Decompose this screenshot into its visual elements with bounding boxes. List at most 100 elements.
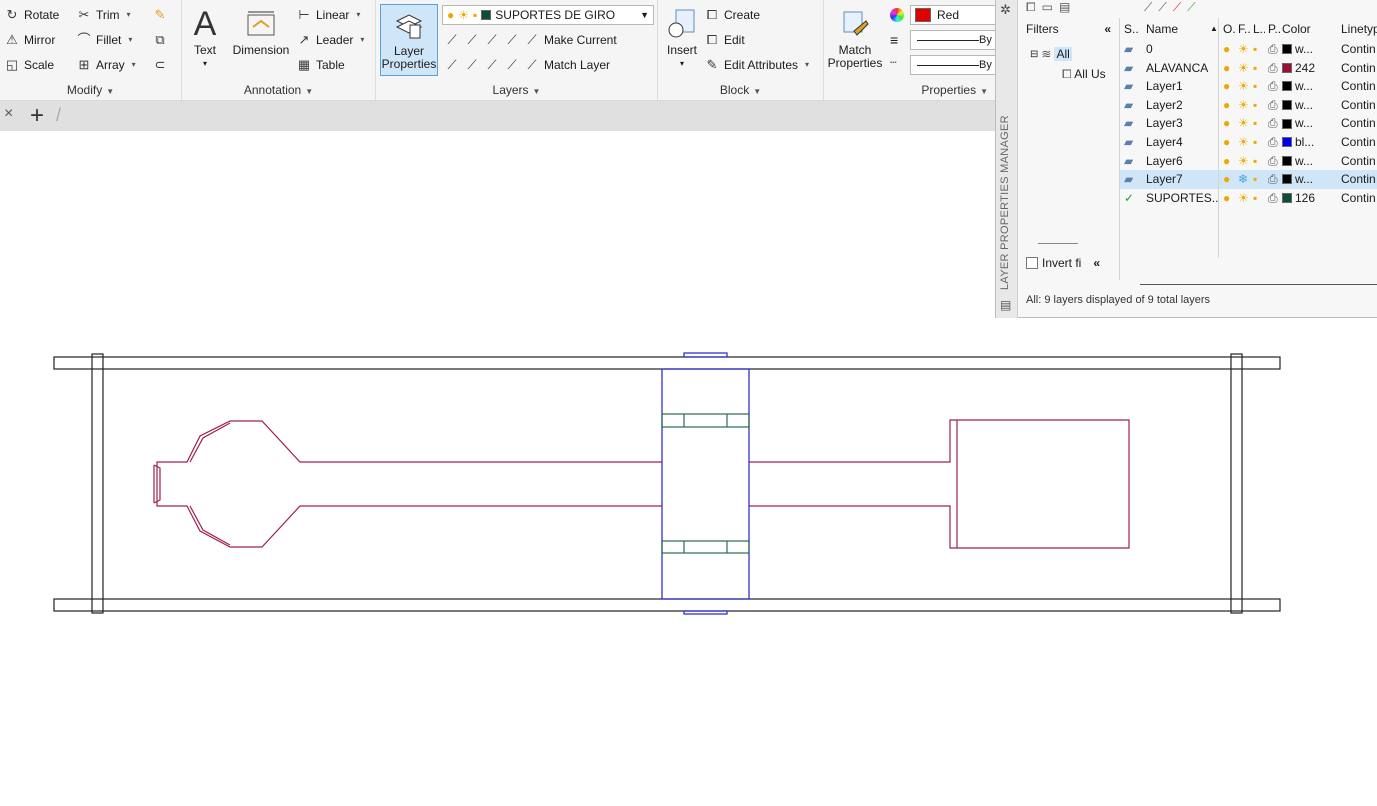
layer-linetype[interactable]: Contin bbox=[1341, 77, 1377, 96]
lightbulb-icon[interactable]: ● bbox=[1223, 77, 1235, 96]
layer-name[interactable]: ALAVANCA bbox=[1146, 59, 1218, 78]
printer-icon[interactable]: ⎙ bbox=[1268, 77, 1280, 96]
close-tab-icon[interactable]: × bbox=[4, 105, 13, 123]
layer-color[interactable]: 126 bbox=[1282, 189, 1326, 208]
col-name[interactable]: Name ▲ bbox=[1146, 18, 1218, 40]
layer-unlock-icon[interactable]: ⟋ bbox=[504, 57, 520, 73]
tree-expand-icon[interactable]: ⊟ bbox=[1030, 49, 1038, 60]
offset-button[interactable]: ⊂ bbox=[152, 54, 168, 76]
scale-button[interactable]: ◱ Scale bbox=[4, 54, 54, 76]
new-group-filter-icon[interactable]: ▭ bbox=[1042, 0, 1053, 16]
create-block-button[interactable]: ⧠ Create bbox=[704, 4, 760, 26]
dimension-button[interactable]: Dimension bbox=[228, 4, 294, 57]
leader-button[interactable]: ↗ Leader ▾ bbox=[296, 29, 365, 51]
layer-name[interactable]: Layer7 bbox=[1146, 170, 1218, 189]
layer-status-icon[interactable]: ▰ bbox=[1124, 96, 1142, 115]
layer-row[interactable]: ▰ Layer7 ● ❄ ▪ ⎙ w... Contin bbox=[1120, 170, 1377, 189]
layer-color[interactable]: 242 bbox=[1282, 59, 1326, 78]
annotation-panel-title[interactable]: Annotation ▼ bbox=[182, 82, 375, 98]
chevron-down-icon[interactable]: ▾ bbox=[805, 54, 809, 76]
insert-button[interactable]: Insert ▾ bbox=[662, 4, 702, 70]
layer-status-icon[interactable]: ▰ bbox=[1124, 133, 1142, 152]
sun-icon[interactable]: ☀ bbox=[1238, 152, 1250, 171]
lightbulb-icon[interactable]: ● bbox=[1223, 170, 1235, 189]
chevron-down-icon[interactable]: ▾ bbox=[356, 4, 360, 26]
layer-status-icon[interactable]: ▰ bbox=[1124, 59, 1142, 78]
layer-linetype[interactable]: Contin bbox=[1341, 114, 1377, 133]
layers-panel-title[interactable]: Layers ▼ bbox=[376, 82, 657, 98]
chevron-down-icon[interactable]: ▾ bbox=[132, 54, 136, 76]
layer-status-icon[interactable]: ▰ bbox=[1124, 114, 1142, 133]
layer-status-icon[interactable]: ▰ bbox=[1124, 170, 1142, 189]
layer-name[interactable]: SUPORTES... bbox=[1146, 189, 1218, 208]
col-color[interactable]: Color bbox=[1282, 18, 1326, 40]
lightbulb-icon[interactable]: ● bbox=[1223, 40, 1235, 59]
copy-button[interactable]: ⧉ bbox=[152, 29, 168, 51]
layer-row[interactable]: ▰ Layer6 ● ☀ ▪ ⎙ w... Contin bbox=[1120, 152, 1377, 171]
layer-color[interactable]: w... bbox=[1282, 152, 1326, 171]
filters-divider[interactable] bbox=[1038, 243, 1078, 244]
array-button[interactable]: ⊞ Array ▾ bbox=[76, 54, 136, 76]
col-lock[interactable]: L.. bbox=[1253, 18, 1265, 40]
unlock-icon[interactable]: ▪ bbox=[1253, 170, 1265, 189]
layer-states-icon[interactable]: ▤ bbox=[1000, 298, 1011, 312]
layer-properties-button[interactable]: Layer Properties bbox=[380, 4, 438, 76]
current-layer-check-icon[interactable]: ✓ bbox=[1124, 189, 1142, 208]
new-layer-icon[interactable]: ⟋ bbox=[1144, 0, 1152, 16]
layer-linetype[interactable]: Contin bbox=[1341, 189, 1377, 208]
collapse-filters-icon[interactable]: « bbox=[1104, 18, 1111, 40]
printer-icon[interactable]: ⎙ bbox=[1268, 170, 1280, 189]
layer-color[interactable]: w... bbox=[1282, 77, 1326, 96]
printer-icon[interactable]: ⎙ bbox=[1268, 189, 1280, 208]
layer-row[interactable]: ▰ Layer2 ● ☀ ▪ ⎙ w... Contin bbox=[1120, 96, 1377, 115]
delete-layer-icon[interactable]: ⟋ bbox=[1173, 0, 1181, 16]
sun-icon[interactable]: ☀ bbox=[1238, 77, 1250, 96]
layer-status-icon[interactable]: ▰ bbox=[1124, 77, 1142, 96]
layer-linetype[interactable]: Contin bbox=[1341, 40, 1377, 59]
col-linetype[interactable]: Linetyp bbox=[1341, 18, 1377, 40]
layer-row[interactable]: ▰ Layer4 ● ☀ ▪ ⎙ bl... Contin bbox=[1120, 133, 1377, 152]
unlock-icon[interactable]: ▪ bbox=[1253, 152, 1265, 171]
layer-off-icon[interactable]: ⟋ bbox=[444, 32, 460, 48]
layer-name[interactable]: Layer4 bbox=[1146, 133, 1218, 152]
layer-linetype[interactable]: Contin bbox=[1341, 152, 1377, 171]
lightbulb-icon[interactable]: ● bbox=[1223, 59, 1235, 78]
layer-linetype[interactable]: Contin bbox=[1341, 133, 1377, 152]
collapse-icon[interactable]: « bbox=[1093, 256, 1100, 270]
chevron-down-icon[interactable]: ▾ bbox=[127, 4, 131, 26]
chevron-down-icon[interactable]: ▾ bbox=[128, 29, 132, 51]
chevron-down-icon[interactable]: ▾ bbox=[360, 29, 364, 51]
linear-button[interactable]: ⊢ Linear ▾ bbox=[296, 4, 360, 26]
filter-node-all[interactable]: ⊟ ≋ All bbox=[1030, 47, 1072, 61]
linetype-dropdown[interactable]: By bbox=[910, 55, 1000, 75]
lightbulb-icon[interactable]: ● bbox=[1223, 114, 1235, 133]
printer-icon[interactable]: ⎙ bbox=[1268, 59, 1280, 78]
unlock-icon[interactable]: ▪ bbox=[1253, 133, 1265, 152]
layer-on-icon[interactable]: ⟋ bbox=[444, 57, 460, 73]
unlock-icon[interactable]: ▪ bbox=[1253, 114, 1265, 133]
layer-name[interactable]: Layer2 bbox=[1146, 96, 1218, 115]
col-status[interactable]: S.. bbox=[1124, 18, 1142, 40]
modify-panel-title[interactable]: Modify ▼ bbox=[0, 82, 181, 98]
invert-filter-checkbox[interactable] bbox=[1026, 257, 1038, 269]
text-button[interactable]: A Text ▾ bbox=[188, 4, 222, 70]
snowflake-icon[interactable]: ❄ bbox=[1238, 170, 1250, 189]
layer-row[interactable]: ▰ Layer3 ● ☀ ▪ ⎙ w... Contin bbox=[1120, 114, 1377, 133]
layer-dropdown[interactable]: ● ☀ ▪ SUPORTES DE GIRO ▼ bbox=[442, 5, 654, 25]
layer-status-icon[interactable]: ▰ bbox=[1124, 152, 1142, 171]
lightbulb-icon[interactable]: ● bbox=[1223, 152, 1235, 171]
layer-freeze-icon[interactable]: ⟋ bbox=[484, 32, 500, 48]
layer-color[interactable]: w... bbox=[1282, 114, 1326, 133]
trim-button[interactable]: ✂ Trim ▾ bbox=[76, 4, 131, 26]
col-plot[interactable]: P.. bbox=[1268, 18, 1280, 40]
set-current-icon[interactable]: ⟋ bbox=[1187, 0, 1195, 16]
new-property-filter-icon[interactable]: ⧠ bbox=[1026, 0, 1036, 16]
layer-linetype[interactable]: Contin bbox=[1341, 59, 1377, 78]
col-on[interactable]: O.. bbox=[1223, 18, 1235, 40]
printer-icon[interactable]: ⎙ bbox=[1268, 133, 1280, 152]
unlock-icon[interactable]: ▪ bbox=[1253, 59, 1265, 78]
layer-row[interactable]: ▰ ALAVANCA ● ☀ ▪ ⎙ 242 Contin bbox=[1120, 59, 1377, 78]
layer-name[interactable]: Layer1 bbox=[1146, 77, 1218, 96]
mirror-button[interactable]: ⚠ Mirror bbox=[4, 29, 55, 51]
sun-icon[interactable]: ☀ bbox=[1238, 59, 1250, 78]
